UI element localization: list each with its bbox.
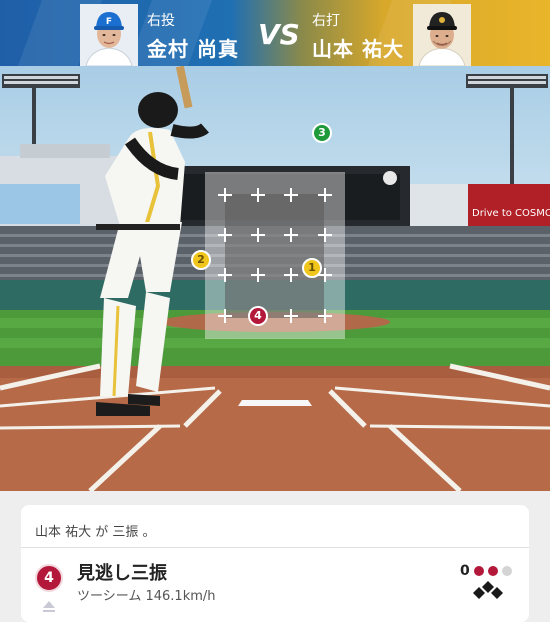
pitcher-role: 右投 — [147, 13, 175, 29]
zone-marker — [251, 188, 265, 202]
svg-text:F: F — [106, 17, 112, 27]
pitcher-name: 金村 尚真 — [147, 37, 239, 61]
svg-text:Drive to COSMO: Drive to COSMO — [472, 208, 550, 219]
pitch-location-view: Drive to COSMO 1 2 3 4 — [0, 66, 550, 491]
zone-marker — [218, 188, 232, 202]
zone-marker — [218, 309, 232, 323]
matchup-header: F 右投 金村 尚真 VS 右打 山本 祐大 — [0, 0, 550, 66]
pitch-number-badge: 4 — [35, 564, 63, 592]
strike-zone — [225, 194, 324, 318]
count-dot-3 — [502, 566, 512, 576]
expand-up-icon[interactable] — [43, 601, 55, 608]
zone-marker — [284, 309, 298, 323]
at-bat-summary: 山本 祐大 が 三振 。 — [35, 525, 156, 540]
pitch-marker-3[interactable]: 3 — [312, 123, 332, 143]
result-title: 見逃し三振 — [77, 563, 167, 584]
expand-up-icon-base — [43, 610, 55, 612]
pitch-marker-1[interactable]: 1 — [302, 258, 322, 278]
zone-marker — [318, 228, 332, 242]
count-dot-1 — [474, 566, 484, 576]
zone-marker — [284, 268, 298, 282]
zone-marker — [284, 228, 298, 242]
zone-marker — [218, 228, 232, 242]
out-count: 0 — [460, 563, 470, 579]
zone-marker — [251, 228, 265, 242]
pitcher-avatar: F — [80, 4, 138, 66]
pitch-type-speed: ツーシーム 146.1km/h — [77, 589, 216, 604]
batter-avatar — [413, 4, 471, 66]
zone-marker — [318, 188, 332, 202]
pitch-marker-2[interactable]: 2 — [191, 250, 211, 270]
base-runner-diamond-icon — [473, 581, 503, 599]
zone-marker — [284, 188, 298, 202]
zone-marker — [251, 268, 265, 282]
count-dot-2 — [488, 566, 498, 576]
zone-marker — [218, 268, 232, 282]
zone-marker — [318, 309, 332, 323]
vs-label: VS — [258, 18, 300, 51]
batter-name: 山本 祐大 — [312, 37, 404, 61]
batter-role: 右打 — [312, 13, 340, 29]
pitch-marker-4[interactable]: 4 — [248, 306, 268, 326]
divider — [21, 547, 529, 548]
